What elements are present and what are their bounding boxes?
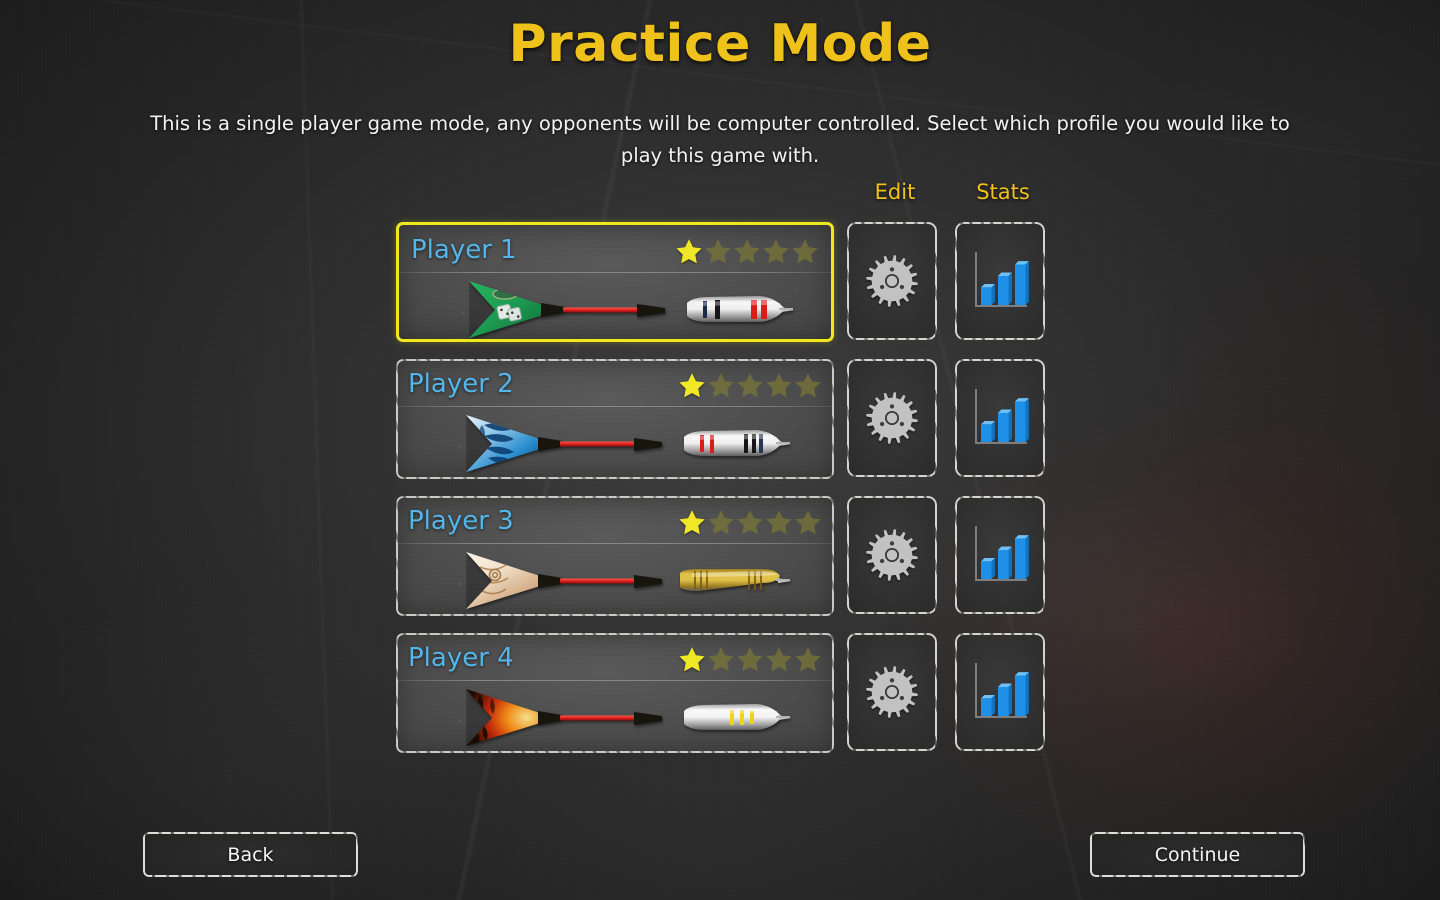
star-empty-icon xyxy=(766,510,792,535)
dart-preview xyxy=(462,682,792,753)
dart-graphic xyxy=(469,281,794,338)
bar-chart-icon xyxy=(975,526,1029,581)
star-rating xyxy=(678,508,822,536)
star-filled-icon xyxy=(679,647,705,672)
profile-name: Player 2 xyxy=(408,369,514,399)
profile-card-2[interactable]: Player 2 xyxy=(396,359,834,479)
star-empty-icon xyxy=(705,239,731,264)
bar-chart-icon xyxy=(975,252,1029,307)
dart-graphic xyxy=(466,415,791,472)
dart-graphic xyxy=(466,552,791,609)
star-empty-icon xyxy=(708,373,734,398)
edit-button-player-1[interactable] xyxy=(847,222,937,340)
gear-icon xyxy=(866,392,918,444)
card-divider xyxy=(396,680,834,681)
gear-icon xyxy=(866,529,918,581)
star-empty-icon xyxy=(766,647,792,672)
star-rating xyxy=(678,371,822,399)
edit-button-player-3[interactable] xyxy=(847,496,937,614)
star-empty-icon xyxy=(795,373,821,398)
page-description: This is a single player game mode, any o… xyxy=(150,112,1290,167)
star-empty-icon xyxy=(737,510,763,535)
star-empty-icon xyxy=(737,373,763,398)
star-rating xyxy=(678,645,822,673)
page-title: Practice Mode xyxy=(508,14,932,74)
stats-button-player-1[interactable] xyxy=(955,222,1045,340)
star-empty-icon xyxy=(734,239,760,264)
star-filled-icon xyxy=(679,510,705,535)
profile-name: Player 1 xyxy=(411,235,517,265)
profile-card-3[interactable]: Player 3 xyxy=(396,496,834,616)
column-header-edit: Edit xyxy=(874,180,916,204)
bar-chart-icon xyxy=(975,389,1029,444)
star-filled-icon xyxy=(676,239,702,264)
dart-preview xyxy=(462,408,792,479)
continue-button-label: Continue xyxy=(1154,843,1241,866)
continue-button[interactable]: Continue xyxy=(1090,832,1305,877)
star-empty-icon xyxy=(795,647,821,672)
star-empty-icon xyxy=(737,647,763,672)
back-button-label: Back xyxy=(227,843,274,866)
edit-button-player-2[interactable] xyxy=(847,359,937,477)
profile-name: Player 3 xyxy=(408,506,514,536)
star-empty-icon xyxy=(763,239,789,264)
gear-icon xyxy=(866,666,918,718)
star-empty-icon xyxy=(708,510,734,535)
profile-card-4[interactable]: Player 4 xyxy=(396,633,834,753)
card-divider xyxy=(396,543,834,544)
profile-card-1[interactable]: Player 1 xyxy=(396,222,834,342)
gear-icon xyxy=(866,255,918,307)
card-divider xyxy=(399,272,831,273)
star-empty-icon xyxy=(708,647,734,672)
star-empty-icon xyxy=(795,510,821,535)
back-button[interactable]: Back xyxy=(143,832,358,877)
column-header-stats: Stats xyxy=(976,180,1030,204)
profile-name: Player 4 xyxy=(408,643,514,673)
star-filled-icon xyxy=(679,373,705,398)
stats-button-player-3[interactable] xyxy=(955,496,1045,614)
dart-graphic xyxy=(466,689,791,746)
stats-button-player-4[interactable] xyxy=(955,633,1045,751)
stats-button-player-2[interactable] xyxy=(955,359,1045,477)
card-divider xyxy=(396,406,834,407)
bar-chart-icon xyxy=(975,663,1029,718)
star-rating xyxy=(675,237,819,265)
edit-button-player-4[interactable] xyxy=(847,633,937,751)
dart-preview xyxy=(462,545,792,616)
star-empty-icon xyxy=(792,239,818,264)
dart-preview xyxy=(465,274,795,339)
star-empty-icon xyxy=(766,373,792,398)
